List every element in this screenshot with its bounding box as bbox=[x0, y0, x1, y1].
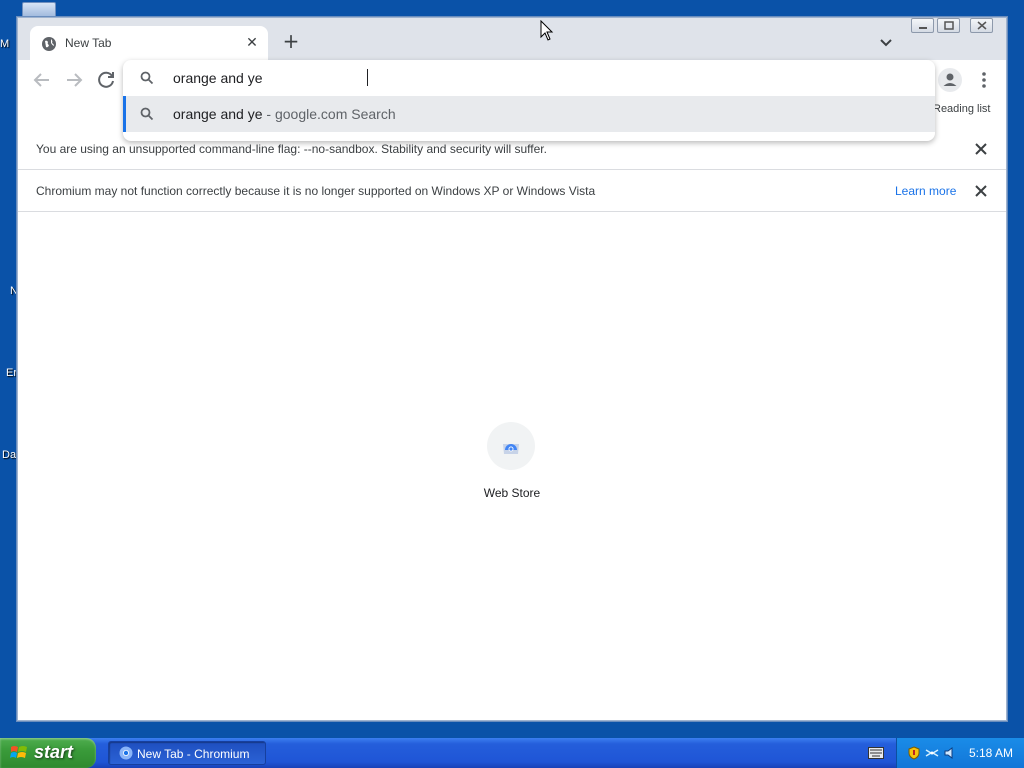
learn-more-link[interactable]: Learn more bbox=[895, 184, 956, 198]
back-icon[interactable] bbox=[30, 68, 54, 92]
globe-icon bbox=[42, 37, 56, 51]
desktop-icon-label-4[interactable]: Da bbox=[2, 449, 16, 461]
forward-icon[interactable] bbox=[62, 68, 86, 92]
restore-button[interactable] bbox=[937, 18, 960, 33]
tab-new-tab[interactable]: New Tab ✕ bbox=[30, 26, 268, 60]
infobar-message: You are using an unsupported command-lin… bbox=[36, 142, 547, 156]
tab-close-icon[interactable]: ✕ bbox=[244, 35, 260, 51]
taskbar-item-label: New Tab - Chromium bbox=[137, 747, 250, 761]
close-icon[interactable] bbox=[973, 183, 989, 199]
search-icon bbox=[140, 107, 154, 121]
new-tab-page: Web Store bbox=[18, 214, 1006, 720]
browser-window: New Tab ✕ + Reading list orange and ye o… bbox=[17, 17, 1007, 721]
keyboard-icon[interactable] bbox=[868, 747, 884, 759]
minimize-icon bbox=[918, 27, 927, 29]
new-tab-button[interactable]: + bbox=[281, 31, 301, 51]
windows-logo-icon bbox=[10, 746, 27, 758]
reading-list-button[interactable]: Reading list bbox=[933, 103, 990, 115]
security-shield-icon[interactable] bbox=[907, 746, 921, 760]
shortcut-web-store[interactable]: Web Store bbox=[469, 422, 555, 512]
desktop-icon-label-1[interactable]: M bbox=[0, 38, 9, 50]
suggestion-query: orange and ye bbox=[173, 106, 263, 122]
chromium-icon bbox=[119, 746, 133, 760]
reload-icon[interactable] bbox=[94, 68, 118, 92]
suggestion-text: orange and ye - google.com Search bbox=[173, 106, 396, 122]
tab-strip: New Tab ✕ + bbox=[18, 18, 1006, 60]
start-label: start bbox=[34, 742, 74, 762]
volume-icon[interactable] bbox=[943, 746, 957, 760]
taskbar: start New Tab - Chromium 5:18 AM bbox=[0, 738, 1024, 768]
close-window-button[interactable] bbox=[970, 18, 993, 33]
shortcut-label: Web Store bbox=[483, 486, 541, 500]
network-icon[interactable] bbox=[925, 746, 939, 760]
taskbar-item-chromium[interactable]: New Tab - Chromium bbox=[108, 741, 266, 765]
restore-icon bbox=[943, 21, 954, 30]
my-computer-desktop-icon[interactable] bbox=[22, 2, 56, 18]
profile-button[interactable] bbox=[938, 68, 962, 92]
clock[interactable]: 5:18 AM bbox=[969, 746, 1013, 760]
search-icon bbox=[140, 71, 154, 85]
suggestion-separator: - bbox=[262, 106, 275, 122]
infobar-message: Chromium may not function correctly beca… bbox=[36, 184, 596, 198]
tab-title: New Tab bbox=[65, 36, 112, 50]
desktop-icon-label-3[interactable]: Er bbox=[6, 367, 17, 379]
chevron-down-icon[interactable] bbox=[878, 34, 894, 50]
more-menu-icon[interactable] bbox=[976, 68, 992, 92]
close-icon[interactable] bbox=[973, 141, 989, 157]
mouse-cursor-icon bbox=[540, 20, 554, 41]
web-store-icon bbox=[503, 444, 519, 454]
close-icon bbox=[977, 21, 986, 30]
system-tray: 5:18 AM bbox=[896, 738, 1024, 768]
omnibox-popup: orange and ye - google.com Search bbox=[123, 60, 935, 141]
start-button[interactable]: start bbox=[0, 738, 96, 768]
suggestion-source: google.com Search bbox=[274, 106, 396, 122]
infobar-unsupported-os: Chromium may not function correctly beca… bbox=[18, 170, 1006, 212]
address-bar-input[interactable] bbox=[173, 68, 873, 88]
omnibox-suggestion[interactable]: orange and ye - google.com Search bbox=[123, 96, 935, 132]
text-caret bbox=[367, 69, 368, 86]
minimize-button[interactable] bbox=[911, 18, 934, 33]
avatar-icon bbox=[943, 73, 957, 86]
shortcut-tile bbox=[487, 422, 535, 470]
